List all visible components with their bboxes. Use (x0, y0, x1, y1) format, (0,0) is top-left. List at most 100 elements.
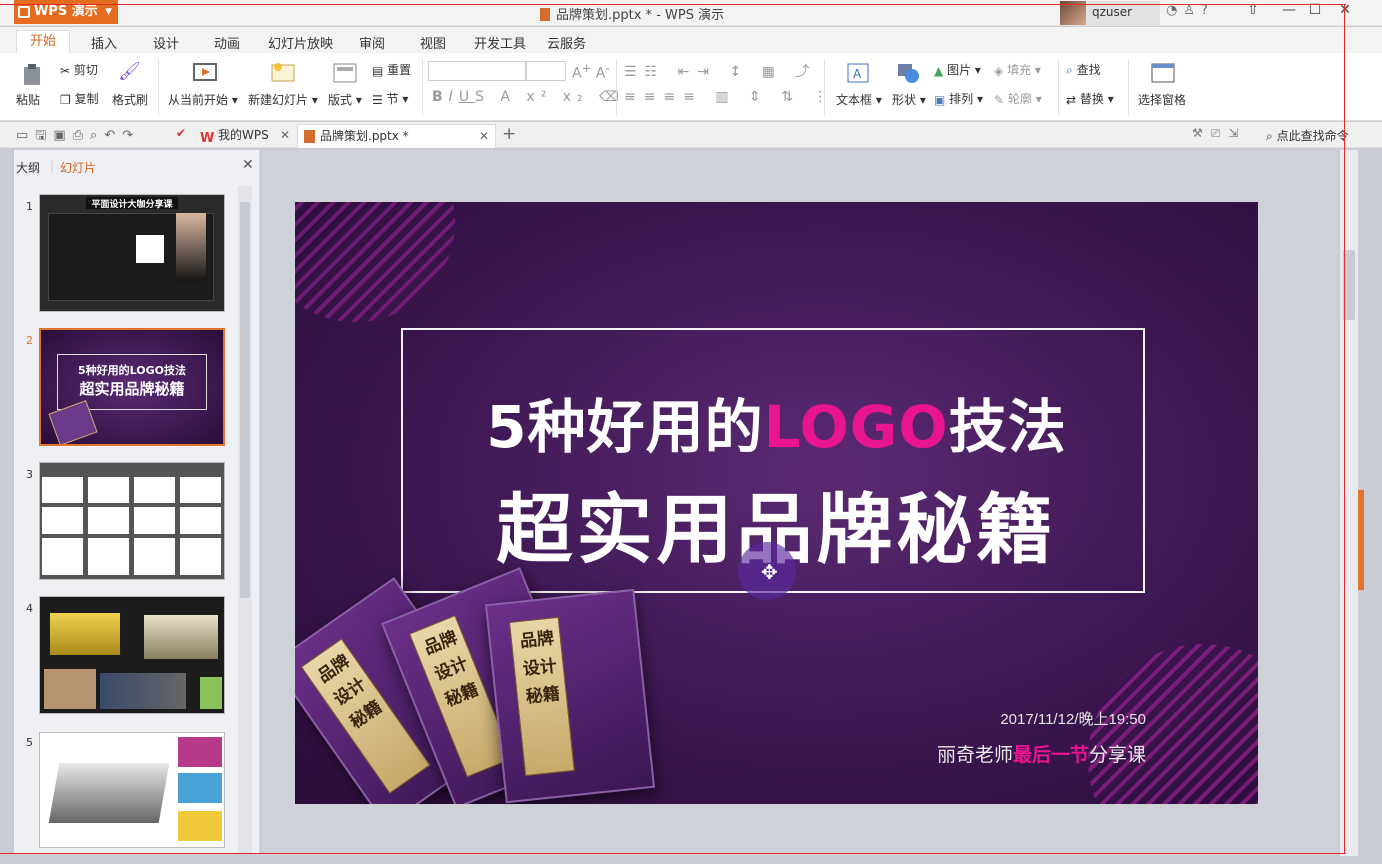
scissors-icon: ✂ (60, 63, 71, 78)
format-painter-button[interactable]: 格式刷 (112, 91, 148, 108)
paste-icon[interactable] (20, 63, 44, 90)
picture-button[interactable]: ▲ 图片 ▾ (934, 61, 981, 78)
tab-developer[interactable]: 开发工具 (474, 33, 526, 52)
textbox-button[interactable]: 文本框 ▾ (836, 91, 882, 108)
current-slide[interactable]: 5种好用的LOGO技法 超实用品牌秘籍 品牌设计秘籍 品牌设计秘籍 品牌设计秘籍… (295, 202, 1258, 804)
title-tools: ◔♙? (1166, 3, 1214, 18)
username: qzuser (1092, 5, 1133, 19)
pptx-file-icon (304, 130, 315, 143)
fill-button[interactable]: ◈ 填充 ▾ (994, 61, 1041, 78)
slide-number: 4 (26, 602, 33, 615)
select-pane-icon[interactable] (1150, 61, 1176, 88)
toolbar-extra-icons[interactable]: ⚒⎚⇲ (1192, 126, 1246, 141)
wps-w-icon: W (200, 131, 215, 146)
text-format-icons[interactable]: BIUS A x² x₂ ⌫ (432, 89, 625, 105)
replace-button[interactable]: ⇄ 替换 ▾ (1066, 90, 1114, 107)
picture-icon: ▲ (934, 63, 944, 78)
new-slide-button[interactable]: 新建幻灯片 ▾ (248, 91, 318, 108)
font-grow-icon[interactable]: A+ A- (572, 61, 610, 82)
thumb-line2: 超实用品牌秘籍 (79, 380, 185, 398)
arrange-button[interactable]: ▣ 排列 ▾ (934, 90, 983, 107)
side-panel-toggle[interactable] (1358, 490, 1364, 590)
arrange-icon: ▣ (934, 92, 946, 107)
shirt-icon[interactable]: ♙ (1183, 3, 1201, 18)
book-image[interactable]: 品牌设计秘籍 (484, 588, 656, 804)
quick-access-icons[interactable]: ▭🖫▣⎙⌕↶↷ (16, 126, 140, 148)
brush-icon[interactable]: 🖌 (118, 61, 141, 82)
tab-document[interactable]: 品牌策划.pptx * ✕ (297, 124, 496, 148)
new-tab-button[interactable]: + (502, 124, 516, 144)
slide-panel: 大纲 | 幻灯片 ✕ 1 平面设计大咖分享课 2 5种好用的LOGO技法 超实用… (14, 150, 260, 854)
tab-slides[interactable]: 幻灯片 (60, 159, 96, 176)
pin-icon[interactable]: ✔ (176, 126, 186, 140)
reset-icon: ▤ (372, 63, 384, 78)
tab-home[interactable]: 开始 (16, 30, 70, 54)
reset-button[interactable]: ▤ 重置 (372, 61, 411, 78)
editing-canvas[interactable]: 5种好用的LOGO技法 超实用品牌秘籍 品牌设计秘籍 品牌设计秘籍 品牌设计秘籍… (262, 150, 1338, 856)
search-icon: ⌕ (1066, 63, 1073, 77)
shape-button[interactable]: 形状 ▾ (892, 91, 926, 108)
app-name: WPS 演示 (34, 4, 98, 19)
pptx-file-icon (540, 8, 550, 21)
textbox-icon[interactable]: A (846, 61, 870, 88)
tab-slideshow[interactable]: 幻灯片放映 (268, 33, 333, 52)
outline-button[interactable]: ✎ 轮廓 ▾ (994, 90, 1042, 107)
tab-outline[interactable]: 大纲 (16, 159, 40, 176)
thumbnail-scrollbar[interactable] (238, 186, 252, 854)
ribbon-tabs: 开始 插入 设计 动画 幻灯片放映 审阅 视图 开发工具 云服务 (0, 27, 1382, 54)
move-cursor-icon: ✥ (761, 560, 778, 584)
close-tab-icon[interactable]: ✕ (280, 124, 290, 146)
decor-stripes (295, 202, 455, 322)
list-icons[interactable]: ☰☷ ⇤⇥ ↕ ▦ ⤴ (624, 61, 817, 81)
slide-number: 5 (26, 736, 33, 749)
ribbon-toolbar: 粘贴 ✂ 剪切 ❐ 复制 🖌 格式刷 从当前开始 ▾ 新建幻灯片 ▾ 版式 ▾ … (0, 53, 1382, 121)
cut-button[interactable]: ✂ 剪切 (60, 61, 98, 78)
select-pane-button[interactable]: 选择窗格 (1138, 91, 1186, 108)
slide-number: 1 (26, 200, 33, 213)
font-name-select[interactable] (428, 61, 526, 81)
shape-icon[interactable] (896, 61, 922, 88)
section-button[interactable]: ☰ 节 ▾ (372, 90, 408, 107)
help-icon[interactable]: ? (1201, 3, 1214, 18)
paste-button[interactable]: 粘贴 (16, 91, 40, 108)
layout-button[interactable]: 版式 ▾ (328, 91, 362, 108)
copy-icon: ❐ (60, 92, 71, 107)
close-panel-icon[interactable]: ✕ (242, 157, 254, 173)
wps-logo-icon (18, 6, 30, 18)
slide-date[interactable]: 2017/11/12/晚上19:50 (1000, 708, 1146, 729)
replace-icon: ⇄ (1066, 92, 1077, 107)
tab-design[interactable]: 设计 (153, 33, 179, 52)
slide-title[interactable]: 5种好用的LOGO技法 (295, 380, 1258, 464)
slide-thumbnail-4[interactable] (39, 596, 225, 714)
copy-button[interactable]: ❐ 复制 (60, 90, 99, 107)
find-button[interactable]: ⌕ 查找 (1066, 61, 1101, 78)
svg-text:A: A (853, 67, 862, 81)
align-icons[interactable]: ≡≡≡≡ ▥ ⇕ ⇅ ⋮ (624, 89, 835, 105)
font-size-select[interactable] (526, 61, 566, 81)
tab-cloud[interactable]: 云服务 (547, 33, 586, 52)
slide-teacher[interactable]: 丽奇老师最后一节分享课 (937, 740, 1146, 767)
outline-icon: ✎ (994, 92, 1005, 107)
canvas-scrollbar[interactable] (1340, 150, 1358, 856)
section-icon: ☰ (372, 92, 383, 107)
close-tab-icon[interactable]: ✕ (479, 125, 489, 147)
tab-review[interactable]: 审阅 (359, 33, 385, 52)
slide-thumbnail-5[interactable] (39, 732, 225, 848)
search-icon: ⌕ (1266, 129, 1273, 143)
tab-animation[interactable]: 动画 (214, 33, 240, 52)
from-current-button[interactable]: 从当前开始 ▾ (168, 91, 238, 108)
tab-insert[interactable]: 插入 (91, 33, 117, 52)
skin-icon[interactable]: ◔ (1166, 3, 1183, 18)
command-search[interactable]: ⌕ 点此查找命令 (1266, 127, 1349, 144)
slide-thumbnail-1[interactable]: 平面设计大咖分享课 (39, 194, 225, 312)
tab-my-wps[interactable]: W 我的WPS ✕ (196, 124, 296, 148)
new-slide-icon[interactable] (270, 61, 296, 88)
play-from-current-icon[interactable] (192, 61, 218, 88)
slide-thumbnail-2[interactable]: 5种好用的LOGO技法 超实用品牌秘籍 (39, 328, 225, 446)
quick-access-bar: ▭🖫▣⎙⌕↶↷ ✔ W 我的WPS ✕ 品牌策划.pptx * ✕ + ⚒⎚⇲ … (0, 122, 1382, 148)
layout-icon[interactable] (332, 61, 358, 88)
slide-thumbnail-3[interactable] (39, 462, 225, 580)
tab-view[interactable]: 视图 (420, 33, 446, 52)
thumb-line1: 5种好用的LOGO技法 (77, 364, 186, 377)
fill-icon: ◈ (994, 63, 1004, 78)
